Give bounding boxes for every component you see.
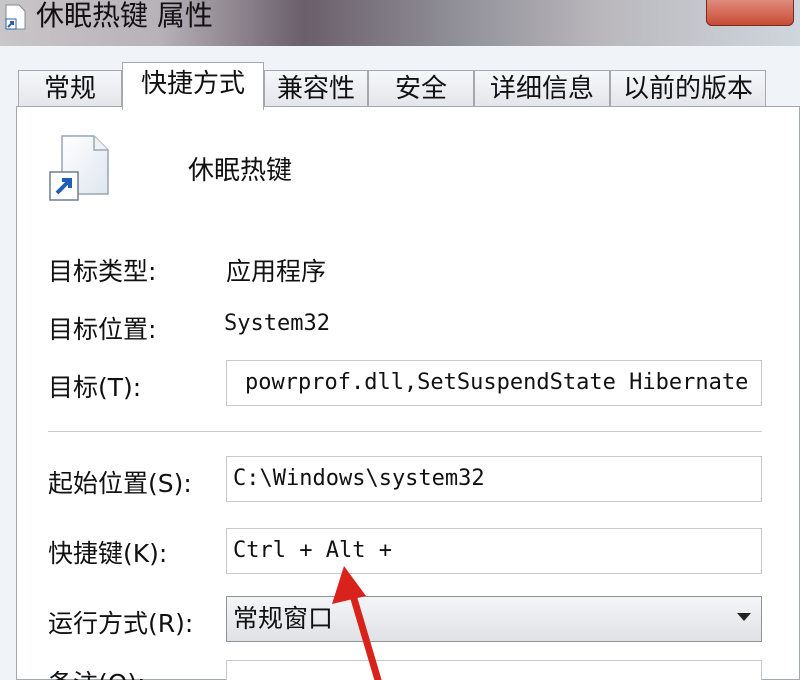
chevron-down-icon[interactable] [737, 613, 751, 621]
target-location-label: 目标位置: [48, 315, 157, 344]
target-label: 目标(T): [48, 373, 142, 402]
target-type-label: 目标类型: [48, 257, 157, 286]
target-type-value: 应用程序 [226, 257, 327, 286]
shortcut-file-icon [5, 4, 26, 30]
close-button[interactable] [706, 0, 794, 26]
hotkey-field[interactable]: Ctrl + Alt + [226, 528, 762, 574]
title-bar[interactable]: 休眠热键 属性 [0, 0, 800, 46]
comment-field[interactable] [226, 660, 762, 680]
target-field[interactable]: powrprof.dll,SetSuspendState Hibernate [226, 360, 762, 406]
shortcut-file-icon [49, 135, 109, 201]
run-select-value: 常规窗口 [233, 604, 334, 633]
tab-strip: 常规 快捷方式 兼容性 安全 详细信息 以前的版本 [16, 62, 800, 110]
window-title: 休眠热键 属性 [36, 0, 213, 32]
tab-security[interactable]: 安全 [368, 70, 474, 106]
tab-previous-versions[interactable]: 以前的版本 [610, 70, 766, 106]
target-location-value: System32 [224, 311, 330, 336]
run-label: 运行方式(R): [48, 609, 194, 638]
divider [48, 431, 762, 432]
tab-details[interactable]: 详细信息 [474, 70, 610, 106]
hotkey-label: 快捷键(K): [48, 539, 168, 568]
run-select[interactable]: 常规窗口 [226, 596, 762, 642]
comment-label: 备注(O): [48, 664, 146, 680]
tab-shortcut[interactable]: 快捷方式 [122, 62, 264, 110]
tab-general[interactable]: 常规 [18, 70, 122, 106]
properties-window: 休眠热键 属性 常规 快捷方式 兼容性 安全 详细信息 以前的版本 休眠热键 目… [0, 0, 800, 680]
start-in-label: 起始位置(S): [48, 469, 192, 498]
shortcut-name: 休眠热键 [188, 156, 293, 186]
start-in-field[interactable]: C:\Windows\system32 [226, 456, 762, 502]
tab-compatibility[interactable]: 兼容性 [264, 70, 368, 106]
